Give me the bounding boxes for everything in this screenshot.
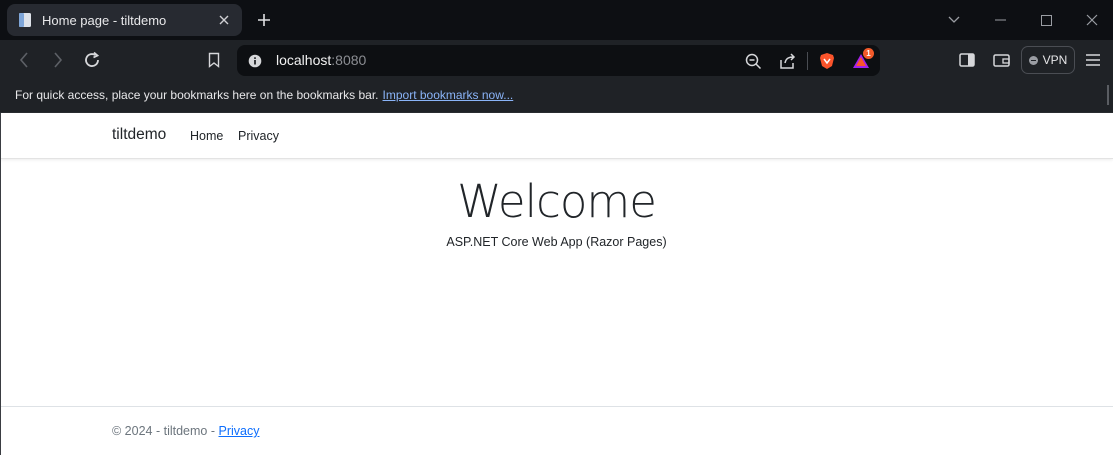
site-brand[interactable]: tiltdemo [112, 126, 166, 144]
nav-link-privacy[interactable]: Privacy [238, 129, 279, 143]
site-footer: © 2024 - tiltdemo - Privacy [0, 406, 1113, 455]
new-tab-icon[interactable] [253, 9, 275, 31]
page-subtitle: ASP.NET Core Web App (Razor Pages) [446, 235, 667, 249]
tab-search-chevron-icon[interactable] [943, 10, 965, 30]
close-window-icon[interactable] [1081, 10, 1103, 30]
maximize-icon[interactable] [1035, 10, 1057, 30]
forward-icon[interactable] [48, 50, 68, 70]
footer-copyright: © 2024 - tiltdemo - [112, 424, 219, 438]
page-heading: Welcome [457, 175, 657, 228]
vpn-button[interactable]: VPN [1021, 46, 1075, 74]
bookmark-icon[interactable] [204, 50, 224, 70]
bookmarks-bar-scrollbar[interactable] [1107, 85, 1109, 105]
url-port: :8080 [331, 52, 367, 68]
site-info-icon[interactable] [245, 51, 265, 71]
tab-strip: Home page - tiltdemo [0, 0, 1113, 40]
omnibox-divider [807, 52, 808, 70]
brave-shields-icon[interactable] [817, 51, 837, 71]
reload-icon[interactable] [82, 50, 102, 70]
nav-link-home[interactable]: Home [190, 129, 223, 143]
window-border [0, 113, 1, 455]
bookmarks-bar: For quick access, place your bookmarks h… [0, 80, 1113, 113]
footer-privacy-link[interactable]: Privacy [218, 424, 259, 438]
rewards-badge: 1 [863, 48, 874, 59]
close-tab-icon[interactable] [214, 10, 234, 30]
site-navbar: tiltdemo Home Privacy [0, 113, 1113, 159]
page-favicon-icon [17, 12, 33, 28]
tab-title: Home page - tiltdemo [42, 12, 167, 28]
bookmarks-hint-text: For quick access, place your bookmarks h… [15, 88, 379, 102]
address-bar[interactable]: localhost:8080 1 [237, 45, 880, 76]
zoom-icon[interactable] [743, 51, 763, 71]
minimize-icon[interactable] [989, 10, 1011, 30]
url-text: localhost:8080 [276, 52, 366, 68]
web-page: tiltdemo Home Privacy Welcome ASP.NET Co… [0, 113, 1113, 455]
import-bookmarks-link[interactable]: Import bookmarks now... [383, 88, 514, 102]
menu-icon[interactable] [1083, 50, 1103, 70]
vpn-label: VPN [1042, 53, 1068, 67]
footer-text: © 2024 - tiltdemo - Privacy [112, 424, 259, 438]
share-icon[interactable] [777, 51, 797, 71]
sidebar-toggle-icon[interactable] [957, 50, 977, 70]
browser-tab[interactable]: Home page - tiltdemo [7, 4, 242, 36]
url-host: localhost [276, 52, 332, 68]
vpn-status-icon [1028, 55, 1038, 65]
back-icon[interactable] [14, 50, 34, 70]
bookmarks-hint: For quick access, place your bookmarks h… [15, 88, 513, 102]
brave-rewards-icon[interactable]: 1 [851, 48, 874, 71]
wallet-icon[interactable] [991, 50, 1011, 70]
